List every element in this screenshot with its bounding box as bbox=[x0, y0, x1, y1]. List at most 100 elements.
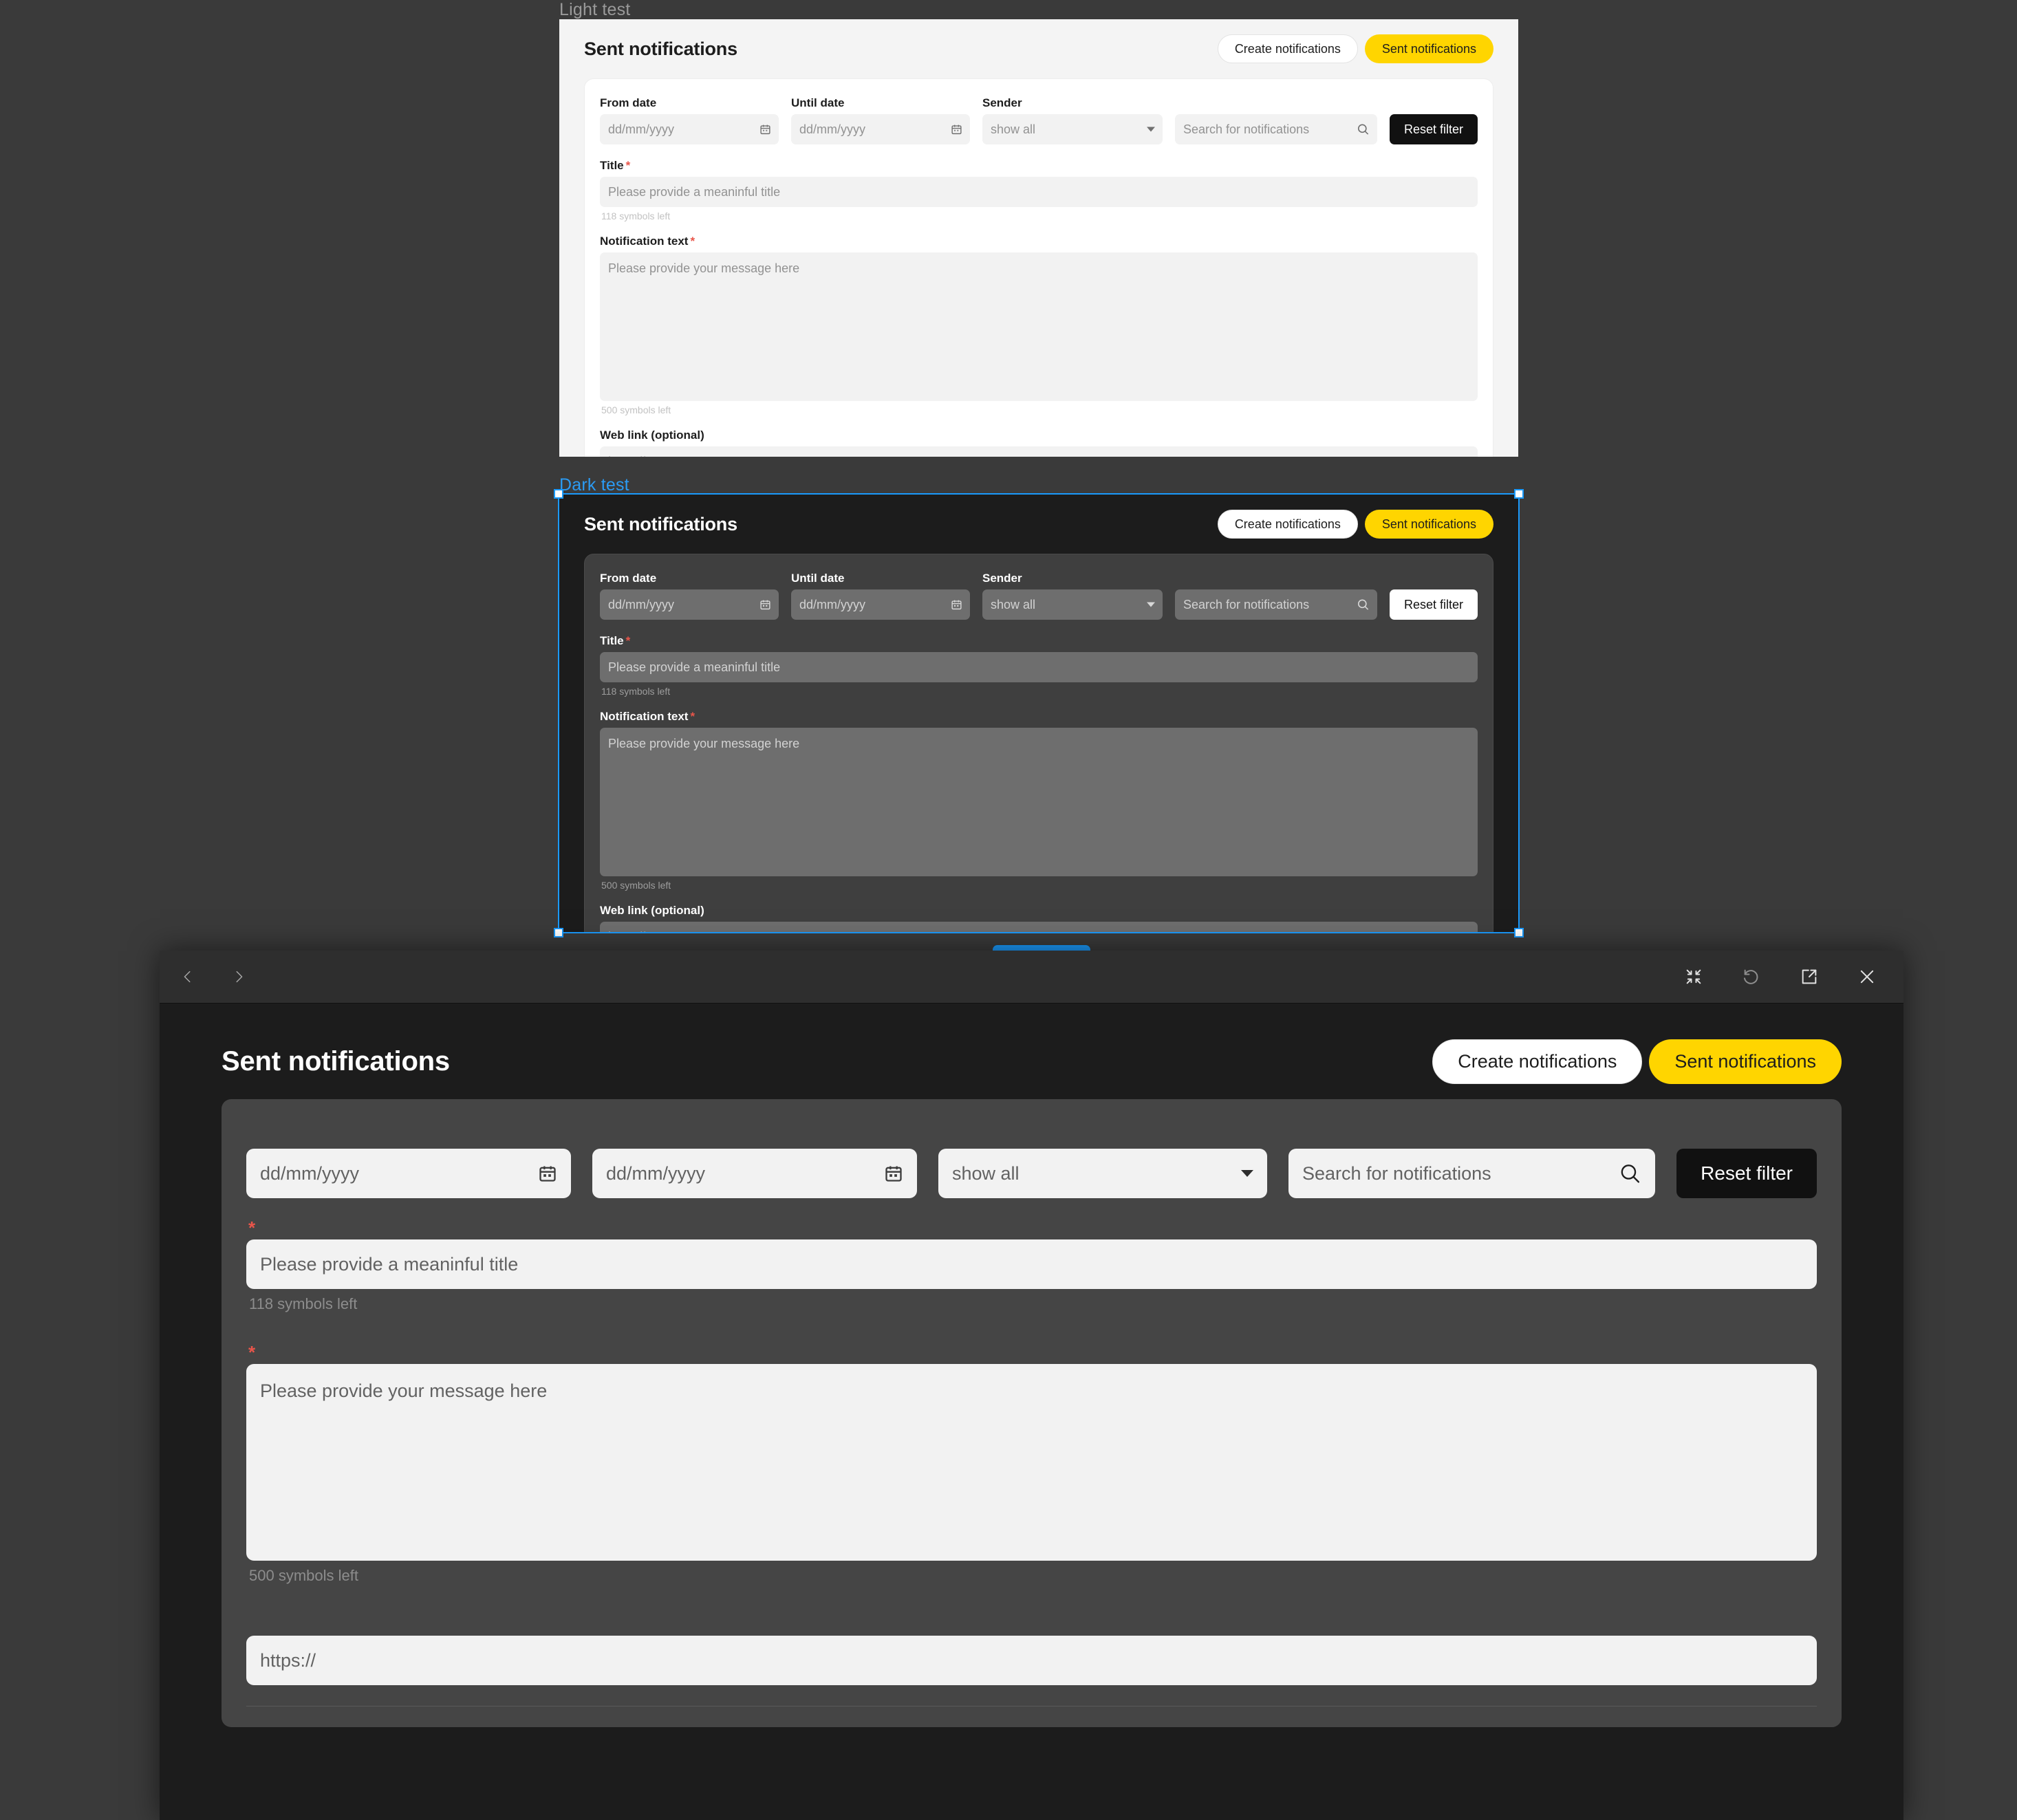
sender-value: show all bbox=[991, 597, 1036, 611]
app-header: Sent notifications Create notifications … bbox=[222, 1039, 1842, 1084]
title-counter: 118 symbols left bbox=[601, 686, 671, 697]
title-input[interactable]: Please provide a meaninful title bbox=[600, 652, 1478, 682]
until-date-input[interactable]: dd/mm/yyyy bbox=[592, 1149, 917, 1198]
required-asterisk: * bbox=[248, 1342, 256, 1363]
search-icon[interactable] bbox=[1357, 598, 1370, 611]
reset-filter-button[interactable]: Reset filter bbox=[1389, 114, 1478, 144]
web-link-label: Web link (optional) bbox=[600, 429, 704, 442]
app-light: Sent notifications Create notifications … bbox=[559, 19, 1518, 457]
notification-text-counter: 500 symbols left bbox=[601, 880, 671, 891]
page-title: Sent notifications bbox=[584, 513, 737, 534]
sender-value: show all bbox=[952, 1162, 1020, 1184]
web-link-field: Web link (optional) https:// bbox=[600, 904, 1478, 932]
web-link-input[interactable]: https:// bbox=[246, 1636, 1817, 1685]
notification-text-input[interactable]: Please provide your message here bbox=[246, 1364, 1817, 1561]
title-field: Title* Please provide a meaninful title … bbox=[600, 160, 1478, 221]
calendar-icon[interactable] bbox=[759, 124, 771, 136]
filter-row: From date dd/mm/yyyy Until date dd/mm/yy… bbox=[246, 1128, 1817, 1198]
until-date-label: Until date bbox=[791, 572, 845, 585]
required-asterisk: * bbox=[625, 159, 631, 172]
frame-label-dark[interactable]: Dark test bbox=[559, 475, 629, 495]
chevron-down-icon[interactable] bbox=[1147, 127, 1155, 132]
until-date-input[interactable]: dd/mm/yyyy bbox=[791, 114, 970, 144]
title-placeholder: Please provide a meaninful title bbox=[608, 184, 781, 199]
notification-text-placeholder: Please provide your message here bbox=[608, 737, 800, 750]
calendar-icon[interactable] bbox=[951, 124, 962, 136]
from-date-input[interactable]: dd/mm/yyyy bbox=[246, 1149, 571, 1198]
page-title: Sent notifications bbox=[584, 38, 737, 59]
notification-text-label: Notification text* bbox=[246, 1343, 1817, 1361]
web-link-input[interactable]: https:// bbox=[600, 922, 1478, 932]
preview-nav bbox=[176, 965, 250, 988]
web-link-input[interactable]: https:// bbox=[600, 446, 1478, 457]
create-notifications-button[interactable]: Create notifications bbox=[1217, 34, 1358, 63]
calendar-icon[interactable] bbox=[951, 599, 962, 611]
header-actions: Create notifications Sent notifications bbox=[1217, 34, 1493, 63]
required-asterisk: * bbox=[690, 235, 695, 248]
chevron-down-icon[interactable] bbox=[1147, 602, 1155, 607]
app-header: Sent notifications Create notifications … bbox=[584, 34, 1493, 63]
open-external-icon[interactable] bbox=[1798, 965, 1821, 988]
chevron-down-icon[interactable] bbox=[1241, 1170, 1253, 1177]
title-input[interactable]: Please provide a meaninful title bbox=[246, 1239, 1817, 1289]
notification-text-counter: 500 symbols left bbox=[249, 1567, 358, 1584]
search-field: Search for notifications bbox=[1175, 572, 1377, 620]
from-date-field: From date dd/mm/yyyy bbox=[600, 97, 779, 144]
notification-text-input[interactable]: Please provide your message here bbox=[600, 728, 1478, 876]
required-asterisk: * bbox=[248, 1217, 256, 1238]
search-input[interactable]: Search for notifications bbox=[1175, 589, 1377, 620]
until-date-field: Until date dd/mm/yyyy bbox=[791, 97, 970, 144]
sender-value: show all bbox=[991, 122, 1036, 136]
reset-filter-button[interactable]: Reset filter bbox=[1676, 1149, 1817, 1198]
title-counter: 118 symbols left bbox=[249, 1295, 358, 1312]
frame-label-light[interactable]: Light test bbox=[559, 0, 630, 20]
web-link-field: Web link (optional) https:// bbox=[600, 429, 1478, 457]
from-date-input[interactable]: dd/mm/yyyy bbox=[600, 589, 779, 620]
search-input[interactable]: Search for notifications bbox=[1288, 1149, 1656, 1198]
search-field: Search for notifications bbox=[1175, 97, 1377, 144]
web-link-placeholder: https:// bbox=[260, 1649, 316, 1671]
sender-field: Sender show all bbox=[982, 97, 1163, 144]
sent-notifications-button[interactable]: Sent notifications bbox=[1364, 34, 1493, 63]
back-icon[interactable] bbox=[176, 965, 199, 988]
calendar-icon[interactable] bbox=[759, 599, 771, 611]
web-link-label: Web link (optional) bbox=[600, 904, 704, 917]
preview-app: Sent notifications Create notifications … bbox=[160, 1004, 1903, 1820]
create-notifications-button[interactable]: Create notifications bbox=[1217, 510, 1358, 539]
sender-select[interactable]: show all bbox=[938, 1149, 1267, 1198]
canvas-root: Light test Sent notifications Create not… bbox=[0, 0, 2017, 1820]
reload-icon[interactable] bbox=[1740, 965, 1763, 988]
sent-notifications-button[interactable]: Sent notifications bbox=[1649, 1039, 1842, 1084]
frame-light-test[interactable]: Sent notifications Create notifications … bbox=[559, 19, 1518, 457]
until-date-value: dd/mm/yyyy bbox=[799, 122, 866, 136]
sender-select[interactable]: show all bbox=[982, 589, 1163, 620]
reset-filter-button[interactable]: Reset filter bbox=[1389, 589, 1478, 620]
close-icon[interactable] bbox=[1855, 965, 1879, 988]
collapse-icon[interactable] bbox=[1682, 965, 1705, 988]
until-date-input[interactable]: dd/mm/yyyy bbox=[791, 589, 970, 620]
title-field: Title* Please provide a meaninful title … bbox=[600, 635, 1478, 697]
calendar-icon[interactable] bbox=[884, 1164, 903, 1183]
create-notifications-button[interactable]: Create notifications bbox=[1432, 1039, 1643, 1084]
from-date-input[interactable]: dd/mm/yyyy bbox=[600, 114, 779, 144]
until-date-value: dd/mm/yyyy bbox=[606, 1162, 706, 1184]
notification-text-field: Notification text* Please provide your m… bbox=[246, 1343, 1817, 1585]
notification-text-field: Notification text* Please provide your m… bbox=[600, 711, 1478, 891]
title-input[interactable]: Please provide a meaninful title bbox=[600, 177, 1478, 207]
search-icon[interactable] bbox=[1357, 123, 1370, 136]
preview-panel: Sent notifications Create notifications … bbox=[160, 951, 1903, 1820]
forward-icon[interactable] bbox=[227, 965, 250, 988]
app-dark: Sent notifications Create notifications … bbox=[559, 495, 1518, 932]
search-input[interactable]: Search for notifications bbox=[1175, 114, 1377, 144]
calendar-icon[interactable] bbox=[538, 1164, 557, 1183]
required-asterisk: * bbox=[690, 710, 695, 723]
preview-toolbar bbox=[160, 951, 1903, 1004]
frame-dark-test[interactable]: Sent notifications Create notifications … bbox=[559, 495, 1518, 932]
sent-notifications-button[interactable]: Sent notifications bbox=[1364, 510, 1493, 539]
from-date-value: dd/mm/yyyy bbox=[260, 1162, 360, 1184]
sender-select[interactable]: show all bbox=[982, 114, 1163, 144]
header-actions: Create notifications Sent notifications bbox=[1217, 510, 1493, 539]
page-title: Sent notifications bbox=[222, 1046, 450, 1076]
search-icon[interactable] bbox=[1619, 1162, 1641, 1185]
notification-text-input[interactable]: Please provide your message here bbox=[600, 252, 1478, 401]
